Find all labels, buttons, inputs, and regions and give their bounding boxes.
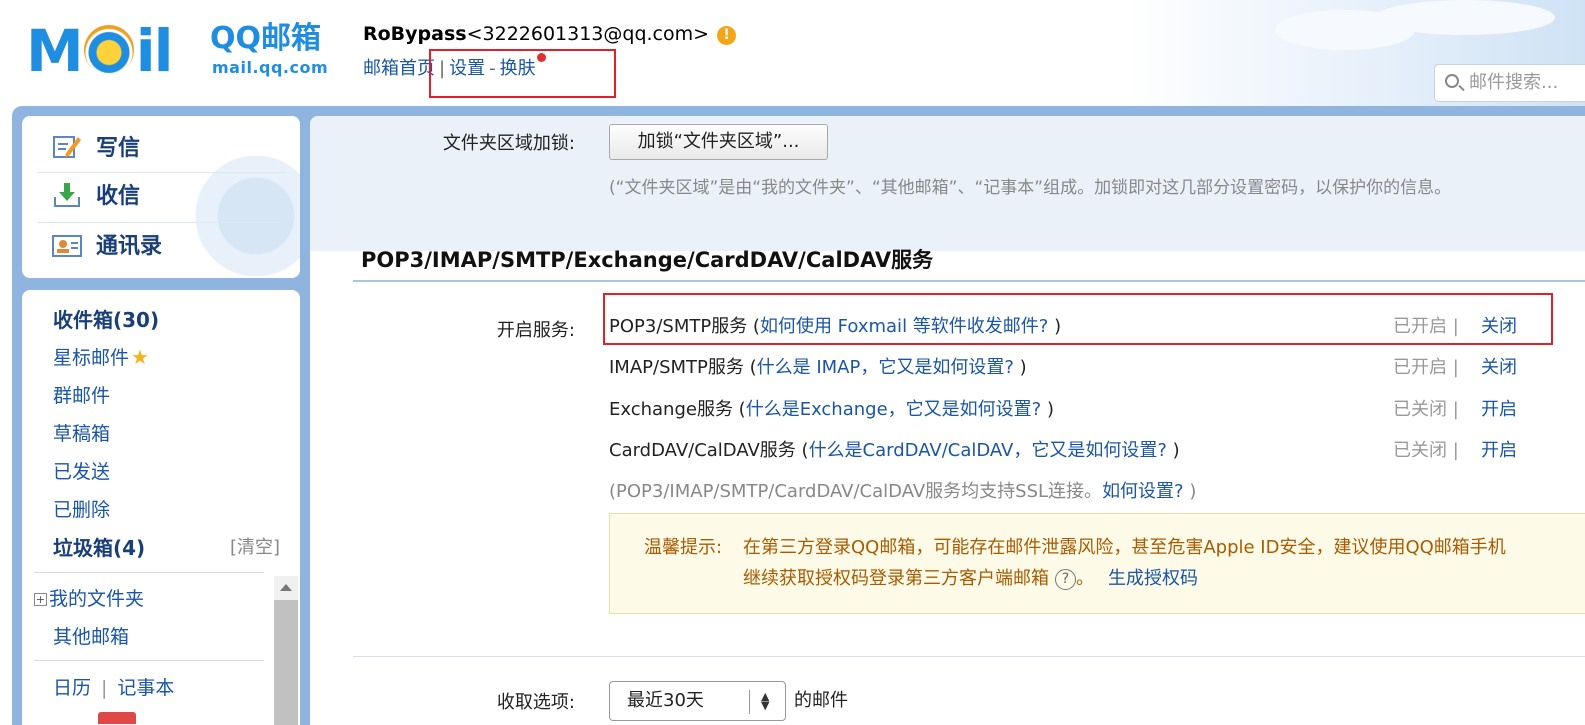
receive-range-value: 最近30天 bbox=[627, 690, 704, 711]
account-line: RoBypass<3222601313@qq.com>! bbox=[363, 23, 737, 45]
user-name: RoBypass bbox=[363, 23, 467, 45]
contacts-label: 通讯录 bbox=[96, 234, 163, 259]
tip-period: 。 bbox=[1076, 568, 1094, 589]
receive-options-suffix: 的邮件 bbox=[794, 690, 848, 711]
ssl-note-paren: ) bbox=[1183, 481, 1197, 502]
highlight-box-settings bbox=[429, 49, 616, 98]
my-folders-label: 我的文件夹 bbox=[49, 588, 145, 610]
folder-scrollbar-thumb[interactable] bbox=[274, 600, 298, 725]
receive-range-select[interactable]: 最近30天 ▲ ▼ bbox=[609, 681, 786, 721]
service-toggle-button[interactable]: 开启 bbox=[1481, 436, 1517, 462]
service-name: Exchange服务 ( bbox=[609, 399, 746, 420]
calendar-notepad-row: 日历 | 记事本 bbox=[53, 673, 174, 700]
service-help-link[interactable]: 什么是CardDAV/CalDAV，它又是如何设置? bbox=[809, 440, 1167, 461]
settings-main-panel: 文件夹区域加锁: 加锁“文件夹区域”... (“文件夹区域”是由“我的文件夹”、… bbox=[310, 116, 1585, 725]
ssl-note: (POP3/IMAP/SMTP/CardDAV/CalDAV服务均支持SSL连接… bbox=[609, 477, 1196, 503]
new-badge bbox=[98, 712, 136, 724]
section-divider bbox=[353, 656, 1585, 657]
logo-bell-icon bbox=[83, 25, 134, 75]
contacts-button[interactable]: 通讯录 bbox=[52, 231, 162, 261]
folder-drafts[interactable]: 草稿箱 bbox=[53, 419, 110, 446]
clear-spam-link[interactable]: [清空] bbox=[230, 533, 280, 559]
service-paren: ) bbox=[1166, 440, 1180, 461]
compose-icon bbox=[52, 133, 82, 161]
warning-icon[interactable]: ! bbox=[717, 26, 737, 45]
service-help-link[interactable]: 什么是 IMAP，它又是如何设置? bbox=[757, 357, 1014, 378]
mailbox-home-link[interactable]: 邮箱首页 bbox=[363, 58, 435, 79]
service-status: 已开启 | bbox=[1393, 357, 1459, 378]
penguin-stamp-decoration bbox=[190, 156, 300, 276]
folder-lock-label: 文件夹区域加锁: bbox=[442, 133, 575, 154]
compose-button[interactable]: 写信 bbox=[52, 133, 140, 163]
contacts-icon bbox=[52, 231, 82, 259]
folder-group[interactable]: 群邮件 bbox=[53, 381, 110, 408]
section-underline bbox=[353, 280, 1585, 282]
quick-actions-panel: 写信 收信 通讯录 bbox=[22, 116, 300, 278]
search-icon bbox=[1445, 74, 1459, 88]
service-imap-smtp: IMAP/SMTP服务 (什么是 IMAP，它又是如何设置? ) bbox=[609, 353, 1027, 379]
warning-tip-box: 温馨提示: 在第三方登录QQ邮箱，可能存在邮件泄露风险，甚至危害Apple ID… bbox=[609, 513, 1585, 614]
folder-list-panel: 收件箱(30) 星标邮件 ★ 群邮件 草稿箱 已发送 已删除 垃圾箱(4) [清空… bbox=[22, 290, 300, 725]
folder-lock-note: (“文件夹区域”是由“我的文件夹”、“其他邮箱”、“记事本”组成。加锁即对这几部… bbox=[609, 178, 1452, 198]
tip-text-line2: 继续获取授权码登录第三方客户端邮箱?。生成授权码 bbox=[743, 564, 1198, 590]
service-name: IMAP/SMTP服务 ( bbox=[609, 357, 757, 378]
service-paren: ) bbox=[1041, 399, 1054, 420]
folder-deleted[interactable]: 已删除 bbox=[53, 495, 110, 522]
folder-inbox[interactable]: 收件箱(30) bbox=[53, 304, 159, 333]
service-paren: ) bbox=[1013, 357, 1027, 378]
qq-mail-logo[interactable]: Mil QQ邮箱 mail.qq.com bbox=[26, 20, 336, 82]
tip-label: 温馨提示: bbox=[644, 537, 723, 558]
tip-text-line1: 在第三方登录QQ邮箱，可能存在邮件泄露风险，甚至危害Apple ID安全，建议使… bbox=[743, 537, 1506, 558]
folder-lock-button[interactable]: 加锁“文件夹区域”... bbox=[609, 124, 828, 160]
service-exchange: Exchange服务 (什么是Exchange，它又是如何设置? ) bbox=[609, 395, 1054, 421]
folder-sent[interactable]: 已发送 bbox=[53, 457, 110, 484]
mail-search-input[interactable]: 邮件搜索... bbox=[1434, 64, 1585, 102]
receive-icon bbox=[52, 181, 82, 209]
tip-text: 继续获取授权码登录第三方客户端邮箱 bbox=[743, 568, 1049, 589]
select-arrows-icon: ▲ ▼ bbox=[761, 690, 770, 712]
search-placeholder: 邮件搜索... bbox=[1469, 72, 1559, 93]
folder-divider bbox=[34, 660, 264, 661]
help-question-icon[interactable]: ? bbox=[1055, 569, 1076, 590]
services-label: 开启服务: bbox=[496, 320, 575, 341]
logo-domain: mail.qq.com bbox=[212, 58, 329, 77]
ssl-note-text: (POP3/IMAP/SMTP/CardDAV/CalDAV服务均支持SSL连接… bbox=[609, 481, 1103, 502]
logo-brand: QQ邮箱 bbox=[210, 21, 322, 56]
highlight-box-pop3 bbox=[603, 293, 1553, 345]
service-help-link[interactable]: 什么是Exchange，它又是如何设置? bbox=[746, 399, 1042, 420]
folder-starred-label: 星标邮件 bbox=[53, 347, 130, 369]
cloud-decoration bbox=[1375, 0, 1555, 35]
service-name: CardDAV/CalDAV服务 ( bbox=[609, 440, 809, 461]
service-status: 已关闭 | bbox=[1393, 399, 1459, 420]
notepad-link[interactable]: 记事本 bbox=[117, 677, 174, 699]
receive-button[interactable]: 收信 bbox=[52, 181, 140, 211]
receive-label: 收信 bbox=[96, 184, 141, 209]
folder-other-mailboxes[interactable]: 其他邮箱 bbox=[53, 622, 129, 649]
folder-starred[interactable]: 星标邮件 ★ bbox=[53, 343, 149, 370]
logo-mail-text: Mil bbox=[26, 17, 173, 85]
star-icon: ★ bbox=[131, 345, 149, 369]
folder-my-folders[interactable]: + 我的文件夹 bbox=[34, 584, 144, 611]
service-carddav-caldav: CardDAV/CalDAV服务 (什么是CardDAV/CalDAV，它又是如… bbox=[609, 436, 1180, 462]
ssl-howto-link[interactable]: 如何设置? bbox=[1102, 481, 1184, 502]
link-separator: | bbox=[101, 677, 108, 699]
calendar-link[interactable]: 日历 bbox=[53, 677, 91, 699]
expand-plus-icon[interactable]: + bbox=[34, 593, 47, 606]
receive-options-label: 收取选项: bbox=[496, 692, 575, 713]
quick-divider bbox=[38, 172, 286, 173]
select-divider bbox=[749, 690, 750, 714]
folder-divider bbox=[34, 572, 264, 573]
user-email: <3222601313@qq.com> bbox=[466, 23, 710, 45]
service-toggle-button[interactable]: 关闭 bbox=[1481, 353, 1517, 379]
section-title: POP3/IMAP/SMTP/Exchange/CardDAV/CalDAV服务 bbox=[361, 248, 934, 272]
top-header: Mil QQ邮箱 mail.qq.com RoBypass<3222601313… bbox=[0, 0, 1585, 108]
generate-auth-code-link[interactable]: 生成授权码 bbox=[1108, 568, 1198, 589]
compose-label: 写信 bbox=[96, 136, 141, 161]
quick-divider bbox=[38, 222, 286, 223]
service-status: 已关闭 | bbox=[1393, 440, 1459, 461]
service-toggle-button[interactable]: 开启 bbox=[1481, 395, 1517, 421]
folder-spam[interactable]: 垃圾箱(4) bbox=[53, 532, 145, 561]
scroll-up-arrow-icon[interactable] bbox=[280, 584, 292, 591]
